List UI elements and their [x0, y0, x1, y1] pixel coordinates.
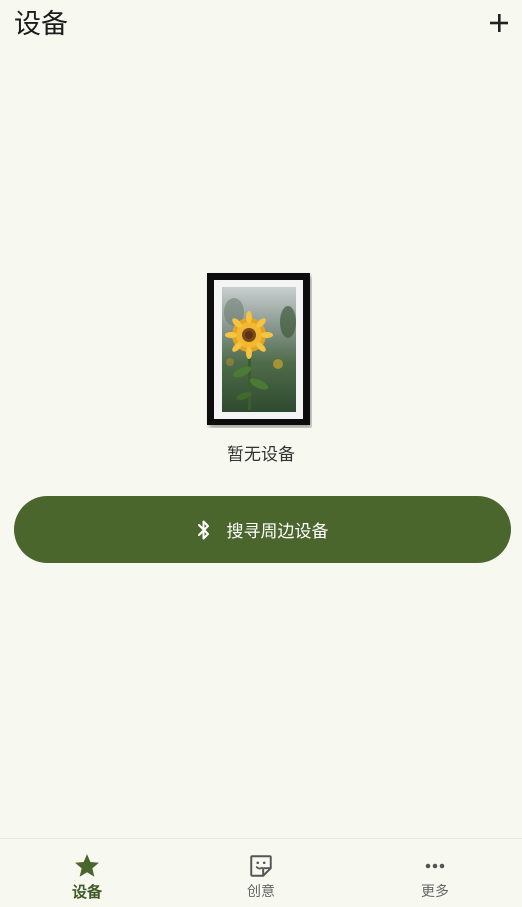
bottom-navigation: 设备 创意 更多 — [0, 838, 522, 907]
bluetooth-icon — [197, 519, 211, 541]
search-nearby-devices-button[interactable]: 搜寻周边设备 — [14, 496, 511, 563]
nav-item-devices[interactable]: 设备 — [0, 839, 174, 907]
nav-item-creative[interactable]: 创意 — [174, 839, 348, 907]
nav-label-devices: 设备 — [71, 883, 102, 901]
nav-label-creative: 创意 — [247, 884, 275, 900]
search-nearby-devices-label: 搜寻周边设备 — [226, 522, 329, 542]
plus-icon — [490, 14, 508, 32]
page-title: 设备 — [14, 9, 68, 40]
sticker-icon — [246, 851, 276, 881]
more-dots-icon — [420, 851, 450, 881]
nav-label-more: 更多 — [421, 884, 449, 900]
add-device-button[interactable] — [484, 8, 514, 38]
empty-state-text: 暂无设备 — [227, 445, 295, 465]
app-header: 设备 — [0, 0, 522, 52]
nav-item-more[interactable]: 更多 — [348, 839, 522, 907]
photo-frame-illustration — [206, 272, 312, 428]
star-icon — [72, 851, 102, 881]
